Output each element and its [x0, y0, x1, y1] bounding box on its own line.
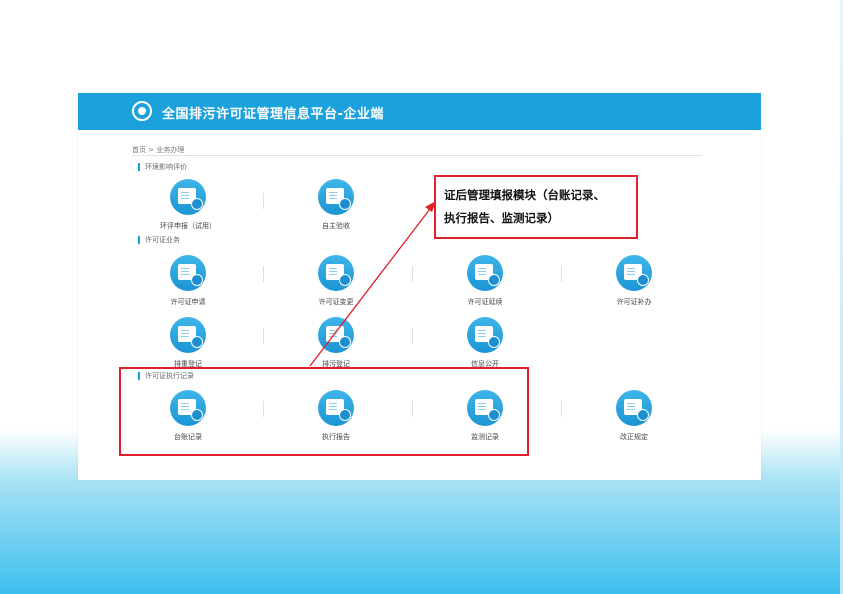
callout-line: 证后管理填报模块（台账记录、 [444, 188, 605, 202]
callout-line: 执行报告、监测记录） [444, 211, 559, 225]
pointer-arrow [309, 201, 436, 367]
callout-note: 证后管理填报模块（台账记录、 执行报告、监测记录） [434, 175, 638, 239]
